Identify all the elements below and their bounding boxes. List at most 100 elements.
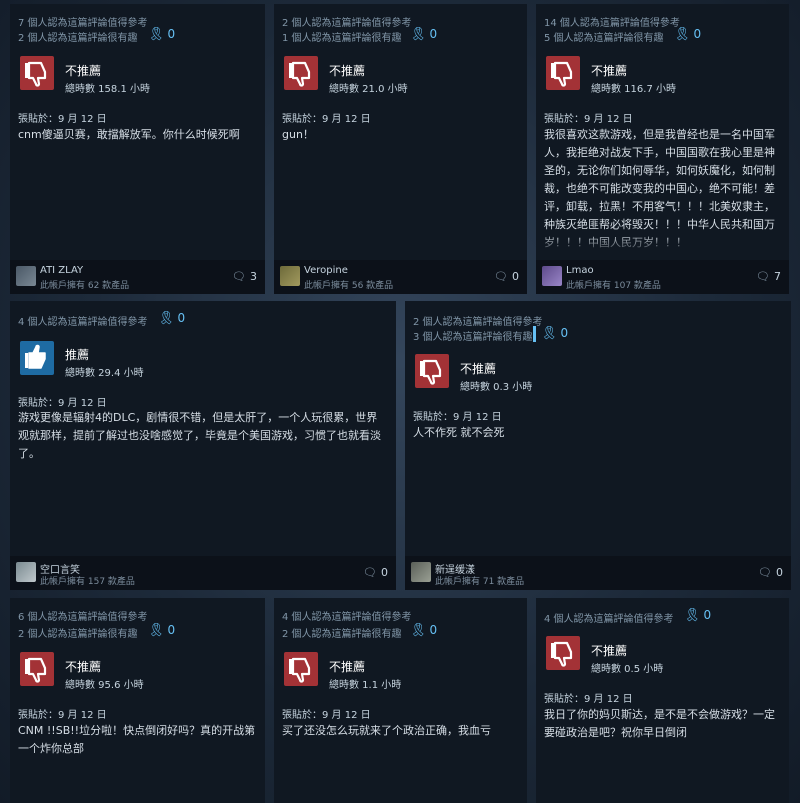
hours-played: 總時數 95.6 小時 bbox=[65, 680, 144, 691]
avatar[interactable] bbox=[16, 562, 36, 582]
award-ribbon-icon: 🎗 bbox=[410, 27, 427, 42]
review-card[interactable]: 4 個人認為這篇評論值得參考 🎗 0 推薦 總時數 29.4 小時 張貼於：9 月… bbox=[10, 301, 396, 590]
posted-date: 張貼於：9 月 12 日 bbox=[413, 412, 502, 423]
avatar[interactable] bbox=[411, 562, 431, 582]
review-text: 我日了你的妈贝斯达，是不是不会做游戏？一定要碰政治是吧？祝你早日倒闭 bbox=[544, 708, 775, 739]
review-card[interactable]: 2 個人認為這篇評論值得參考 3 個人認為這篇評論很有趣 🎗 0 不推薦 總時數 … bbox=[405, 301, 791, 590]
posted-date: 張貼於：9 月 12 日 bbox=[18, 398, 107, 409]
comment-bubble-icon: 🗨 bbox=[232, 270, 246, 283]
comment-count[interactable]: 🗨 0 bbox=[494, 270, 519, 283]
posted-date: 張貼於：9 月 12 日 bbox=[282, 710, 371, 721]
posted-date: 張貼於：9 月 12 日 bbox=[544, 114, 633, 125]
comment-bubble-icon: 🗨 bbox=[756, 270, 770, 283]
review-card[interactable]: 4 個人認為這篇評論值得參考 🎗 0 不推薦 總時數 0.5 小時 張貼於：9 月… bbox=[536, 598, 789, 803]
products-owned: 此帳戶擁有 107 款產品 bbox=[566, 281, 661, 291]
award-button[interactable]: 🎗 0 bbox=[684, 608, 711, 623]
recommendation-label: 不推薦 bbox=[460, 362, 497, 376]
comment-bubble-icon: 🗨 bbox=[363, 566, 377, 579]
review-card[interactable]: 4 個人認為這篇評論值得參考 2 個人認為這篇評論很有趣 🎗 0 不推薦 總時數 … bbox=[274, 598, 527, 803]
review-footer: Veropine 此帳戶擁有 56 款產品 🗨 0 bbox=[274, 260, 527, 294]
user-name[interactable]: ATI ZLAY bbox=[40, 265, 83, 276]
review-text: gun！ bbox=[282, 128, 314, 141]
hours-played: 總時數 0.3 小時 bbox=[460, 382, 533, 393]
award-ribbon-icon: 🎗 bbox=[541, 326, 558, 341]
award-ribbon-icon: 🎗 bbox=[684, 608, 701, 623]
helpful-count: 4 個人認為這篇評論值得參考 bbox=[544, 614, 674, 625]
review-card[interactable]: 14 個人認為這篇評論值得參考 5 個人認為這篇評論很有趣 🎗 0 不推薦 總時數… bbox=[536, 4, 789, 294]
hours-played: 總時數 21.0 小時 bbox=[329, 84, 408, 95]
award-button[interactable]: 🎗 0 bbox=[410, 623, 437, 638]
helpful-count: 6 個人認為這篇評論值得參考 bbox=[18, 612, 148, 623]
recommendation-label: 不推薦 bbox=[329, 64, 366, 78]
thumbs-up-icon bbox=[20, 341, 54, 375]
award-ribbon-icon: 🎗 bbox=[410, 623, 427, 638]
thumbs-down-icon bbox=[284, 652, 318, 686]
posted-date: 張貼於：9 月 12 日 bbox=[18, 114, 107, 125]
review-card[interactable]: 7 個人認為這篇評論值得參考 2 個人認為這篇評論很有趣 🎗 0 不推薦 總時數 … bbox=[10, 4, 265, 294]
avatar[interactable] bbox=[16, 266, 36, 286]
comment-count[interactable]: 🗨 3 bbox=[232, 270, 257, 283]
posted-date: 張貼於：9 月 12 日 bbox=[544, 694, 633, 705]
award-button[interactable]: 🎗 0 bbox=[158, 311, 185, 326]
highlight-bar bbox=[533, 326, 536, 342]
funny-count: 3 個人認為這篇評論很有趣 bbox=[413, 332, 533, 343]
hours-played: 總時數 116.7 小時 bbox=[591, 84, 676, 95]
comment-count[interactable]: 🗨 7 bbox=[756, 270, 781, 283]
award-count: 0 bbox=[429, 623, 438, 637]
award-count: 0 bbox=[693, 27, 702, 41]
award-ribbon-icon: 🎗 bbox=[674, 27, 691, 42]
recommendation-label: 不推薦 bbox=[591, 644, 628, 658]
award-button[interactable]: 🎗 0 bbox=[148, 27, 175, 42]
award-count: 0 bbox=[560, 326, 569, 340]
hours-played: 總時數 158.1 小時 bbox=[65, 84, 150, 95]
helpful-count: 14 個人認為這篇評論值得參考 bbox=[544, 18, 680, 29]
comment-bubble-icon: 🗨 bbox=[494, 270, 508, 283]
thumbs-down-icon bbox=[546, 56, 580, 90]
hours-played: 總時數 1.1 小時 bbox=[329, 680, 402, 691]
recommendation-label: 推薦 bbox=[65, 348, 90, 362]
user-name[interactable]: Veropine bbox=[304, 265, 348, 276]
user-name[interactable]: Lmao bbox=[566, 265, 594, 276]
thumbs-down-icon bbox=[284, 56, 318, 90]
comment-bubble-icon: 🗨 bbox=[758, 566, 772, 579]
helpful-count: 7 個人認為這篇評論值得參考 bbox=[18, 18, 148, 29]
avatar[interactable] bbox=[280, 266, 300, 286]
hours-played: 總時數 29.4 小時 bbox=[65, 368, 144, 379]
funny-count: 2 個人認為這篇評論很有趣 bbox=[18, 33, 138, 44]
review-text: 游戏更像是辐射4的DLC，剧情很不错，但是太肝了，一个人玩很累，世界观就那样，提… bbox=[18, 411, 381, 460]
helpful-count: 2 個人認為這篇評論值得參考 bbox=[413, 317, 543, 328]
comment-count[interactable]: 🗨 0 bbox=[363, 566, 388, 579]
award-count: 0 bbox=[167, 623, 176, 637]
recommendation-label: 不推薦 bbox=[591, 64, 628, 78]
award-button[interactable]: 🎗 0 bbox=[410, 27, 437, 42]
recommendation-label: 不推薦 bbox=[65, 660, 102, 674]
products-owned: 此帳戶擁有 157 款產品 bbox=[40, 577, 135, 587]
hours-played: 總時數 0.5 小時 bbox=[591, 664, 664, 675]
review-text: cnm傻逼贝赛，敢擋解放军。你什么时候死啊 bbox=[18, 128, 240, 141]
posted-date: 張貼於：9 月 12 日 bbox=[18, 710, 107, 721]
funny-count: 5 個人認為這篇評論很有趣 bbox=[544, 33, 664, 44]
funny-count: 2 個人認為這篇評論很有趣 bbox=[18, 629, 138, 640]
products-owned: 此帳戶擁有 62 款產品 bbox=[40, 281, 130, 291]
text-fade bbox=[536, 232, 789, 256]
award-ribbon-icon: 🎗 bbox=[148, 27, 165, 42]
award-count: 0 bbox=[703, 608, 712, 622]
review-footer: ATI ZLAY 此帳戶擁有 62 款產品 🗨 3 bbox=[10, 260, 265, 294]
review-card[interactable]: 2 個人認為這篇評論值得參考 1 個人認為這篇評論很有趣 🎗 0 不推薦 總時數 … bbox=[274, 4, 527, 294]
review-card[interactable]: 6 個人認為這篇評論值得參考 2 個人認為這篇評論很有趣 🎗 0 不推薦 總時數 … bbox=[10, 598, 265, 803]
award-button[interactable]: 🎗 0 bbox=[674, 27, 701, 42]
award-ribbon-icon: 🎗 bbox=[158, 311, 175, 326]
posted-date: 張貼於：9 月 12 日 bbox=[282, 114, 371, 125]
recommendation-label: 不推薦 bbox=[65, 64, 102, 78]
products-owned: 此帳戶擁有 56 款產品 bbox=[304, 281, 394, 291]
award-button[interactable]: 🎗 0 bbox=[148, 623, 175, 638]
comment-count[interactable]: 🗨 0 bbox=[758, 566, 783, 579]
helpful-count: 4 個人認為這篇評論值得參考 bbox=[18, 317, 148, 328]
avatar[interactable] bbox=[542, 266, 562, 286]
funny-count: 2 個人認為這篇評論很有趣 bbox=[282, 629, 402, 640]
award-button[interactable]: 🎗 0 bbox=[541, 326, 568, 341]
thumbs-down-icon bbox=[546, 636, 580, 670]
award-count: 0 bbox=[429, 27, 438, 41]
thumbs-down-icon bbox=[20, 56, 54, 90]
helpful-count: 4 個人認為這篇評論值得參考 bbox=[282, 612, 412, 623]
